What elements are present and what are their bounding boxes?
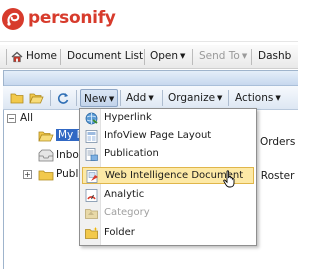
add-menu-button[interactable]: Add ▼ bbox=[123, 89, 157, 107]
open-folder-icon[interactable] bbox=[29, 91, 44, 104]
divider bbox=[76, 90, 77, 106]
divider bbox=[50, 90, 51, 106]
hand-cursor-icon bbox=[223, 170, 235, 188]
chevron-down-icon: ▼ bbox=[148, 94, 154, 102]
open-folder-icon bbox=[38, 131, 54, 142]
dashboards-link[interactable]: Dashb bbox=[258, 50, 291, 62]
organize-menu-button[interactable]: Organize ▼ bbox=[165, 89, 225, 107]
divider bbox=[228, 90, 229, 106]
chevron-down-icon: ▼ bbox=[241, 52, 248, 60]
personify-logo-icon bbox=[2, 8, 24, 30]
menu-item-analytic[interactable]: Analytic bbox=[82, 187, 254, 204]
divider bbox=[60, 49, 61, 65]
panel-header bbox=[4, 71, 298, 86]
open-menu-button[interactable]: Open ▼ bbox=[150, 50, 185, 62]
webi-document-icon bbox=[86, 170, 98, 183]
divider bbox=[6, 49, 7, 65]
menu-item-label: Analytic bbox=[104, 189, 145, 200]
analytic-icon bbox=[85, 189, 98, 202]
actions-menu-label: Actions bbox=[235, 92, 274, 104]
category-icon bbox=[85, 209, 98, 219]
refresh-icon[interactable] bbox=[56, 91, 70, 105]
top-nav-bar: Home Document List Open ▼ Send To ▼ Dashb bbox=[0, 45, 298, 69]
new-menu-button[interactable]: New ▼ bbox=[80, 89, 119, 107]
home-icon[interactable] bbox=[11, 51, 23, 63]
divider bbox=[192, 49, 193, 65]
publication-icon bbox=[85, 148, 98, 161]
page-layout-icon bbox=[85, 130, 98, 143]
chevron-down-icon: ▼ bbox=[217, 94, 223, 102]
menu-item-label: Publication bbox=[104, 148, 159, 159]
divider bbox=[162, 90, 163, 106]
open-menu-label: Open bbox=[150, 50, 179, 62]
add-menu-label: Add bbox=[126, 92, 147, 104]
collapse-toggle[interactable]: − bbox=[7, 114, 16, 123]
divider bbox=[120, 90, 121, 106]
new-folder-icon[interactable] bbox=[10, 91, 25, 104]
chevron-down-icon: ▼ bbox=[108, 95, 115, 103]
menu-item-label: InfoView Page Layout bbox=[104, 130, 212, 141]
hyperlink-icon bbox=[85, 112, 98, 125]
tree-node-all[interactable]: All bbox=[20, 112, 33, 124]
brand-name: personify bbox=[28, 8, 116, 28]
send-to-label: Send To bbox=[199, 50, 240, 62]
home-link[interactable]: Home bbox=[26, 50, 57, 62]
new-folder-icon bbox=[85, 227, 98, 239]
expand-toggle[interactable]: + bbox=[23, 170, 32, 179]
divider bbox=[251, 49, 252, 65]
divider bbox=[144, 49, 145, 65]
tree-node-public[interactable]: Publi bbox=[56, 168, 81, 180]
chevron-down-icon: ▼ bbox=[275, 94, 281, 102]
inbox-icon bbox=[38, 149, 54, 162]
chevron-down-icon: ▼ bbox=[180, 52, 186, 60]
folder-icon bbox=[38, 170, 54, 181]
app-header: personify bbox=[0, 0, 298, 42]
menu-item-label: Hyperlink bbox=[104, 112, 152, 123]
menu-item-label: Folder bbox=[104, 227, 135, 238]
actions-menu-button[interactable]: Actions ▼ bbox=[232, 89, 284, 107]
menu-item-publication[interactable]: Publication bbox=[82, 146, 254, 163]
menu-item-category[interactable]: Category bbox=[82, 205, 254, 222]
menu-item-infoview-page-layout[interactable]: InfoView Page Layout bbox=[82, 128, 254, 145]
send-to-menu-button[interactable]: Send To ▼ bbox=[199, 50, 247, 62]
menu-item-hyperlink[interactable]: Hyperlink bbox=[82, 110, 254, 127]
menu-item-folder[interactable]: Folder bbox=[82, 225, 254, 242]
document-list-link[interactable]: Document List bbox=[67, 50, 143, 62]
new-menu-label: New bbox=[84, 93, 107, 105]
menu-item-label: Category bbox=[104, 207, 150, 218]
document-toolbar: New ▼ Add ▼ Organize ▼ Actions ▼ bbox=[3, 86, 298, 110]
document-roster-text: e Roster bbox=[251, 170, 295, 182]
document-orders-text: Orders bbox=[260, 136, 296, 148]
organize-menu-label: Organize bbox=[168, 92, 216, 104]
